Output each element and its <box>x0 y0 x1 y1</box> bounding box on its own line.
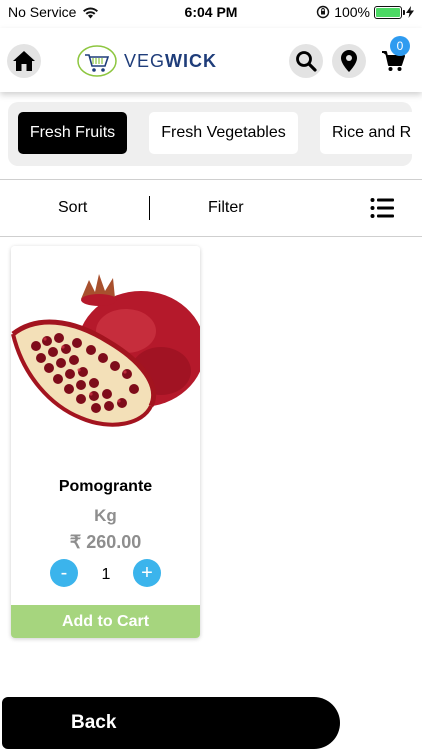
vegwick-logo: VEGWICK <box>76 44 217 78</box>
battery-percent: 100% <box>334 4 370 20</box>
list-view-icon[interactable] <box>370 197 394 219</box>
product-price: ₹ 260.00 <box>69 532 142 552</box>
logo-text-wick: WICK <box>165 50 218 71</box>
logo-cart-icon <box>77 45 117 77</box>
logo-text: VEGWICK <box>124 51 217 72</box>
category-fresh-vegetables[interactable]: Fresh Vegetables <box>149 112 298 154</box>
status-left: No Service <box>8 4 99 20</box>
category-strip[interactable]: Fresh Fruits Fresh Vegetables Rice and R… <box>8 102 412 166</box>
status-bar: No Service 6:04 PM 100% <box>0 0 422 24</box>
category-fresh-fruits[interactable]: Fresh Fruits <box>18 112 127 154</box>
location-icon <box>341 50 357 72</box>
sort-filter-separator <box>149 196 150 220</box>
filter-button[interactable]: Filter <box>208 199 244 217</box>
charging-icon <box>406 6 414 18</box>
search-icon <box>296 51 317 72</box>
product-card[interactable]: Pomogrante Kg ₹ 260.00 - 1 + Add to Cart <box>11 246 200 638</box>
product-name: Pomogrante <box>58 478 153 495</box>
quantity-value: 1 <box>101 566 111 583</box>
divider <box>0 236 422 237</box>
wifi-icon <box>83 7 99 18</box>
product-unit: Kg <box>94 506 117 525</box>
sort-filter-bar: Sort Filter <box>0 180 422 236</box>
product-image <box>11 246 200 461</box>
home-icon <box>13 51 35 71</box>
back-button[interactable]: Back <box>2 697 340 749</box>
battery-icon <box>374 5 405 19</box>
decrease-quantity-button[interactable]: - <box>50 559 78 587</box>
carrier-label: No Service <box>8 4 77 20</box>
cart-count-badge: 0 <box>390 36 410 56</box>
add-to-cart-button[interactable]: Add to Cart <box>11 605 200 638</box>
search-button[interactable] <box>289 44 323 78</box>
home-button[interactable] <box>7 44 41 78</box>
sort-button[interactable]: Sort <box>58 199 87 217</box>
status-right: 100% <box>316 4 414 20</box>
increase-quantity-button[interactable]: + <box>133 559 161 587</box>
category-rice[interactable]: Rice and Ri <box>320 112 412 154</box>
location-button[interactable] <box>332 44 366 78</box>
orientation-lock-icon <box>316 5 330 19</box>
logo-text-veg: VEG <box>124 50 166 71</box>
app-header: VEGWICK 0 <box>0 28 422 92</box>
